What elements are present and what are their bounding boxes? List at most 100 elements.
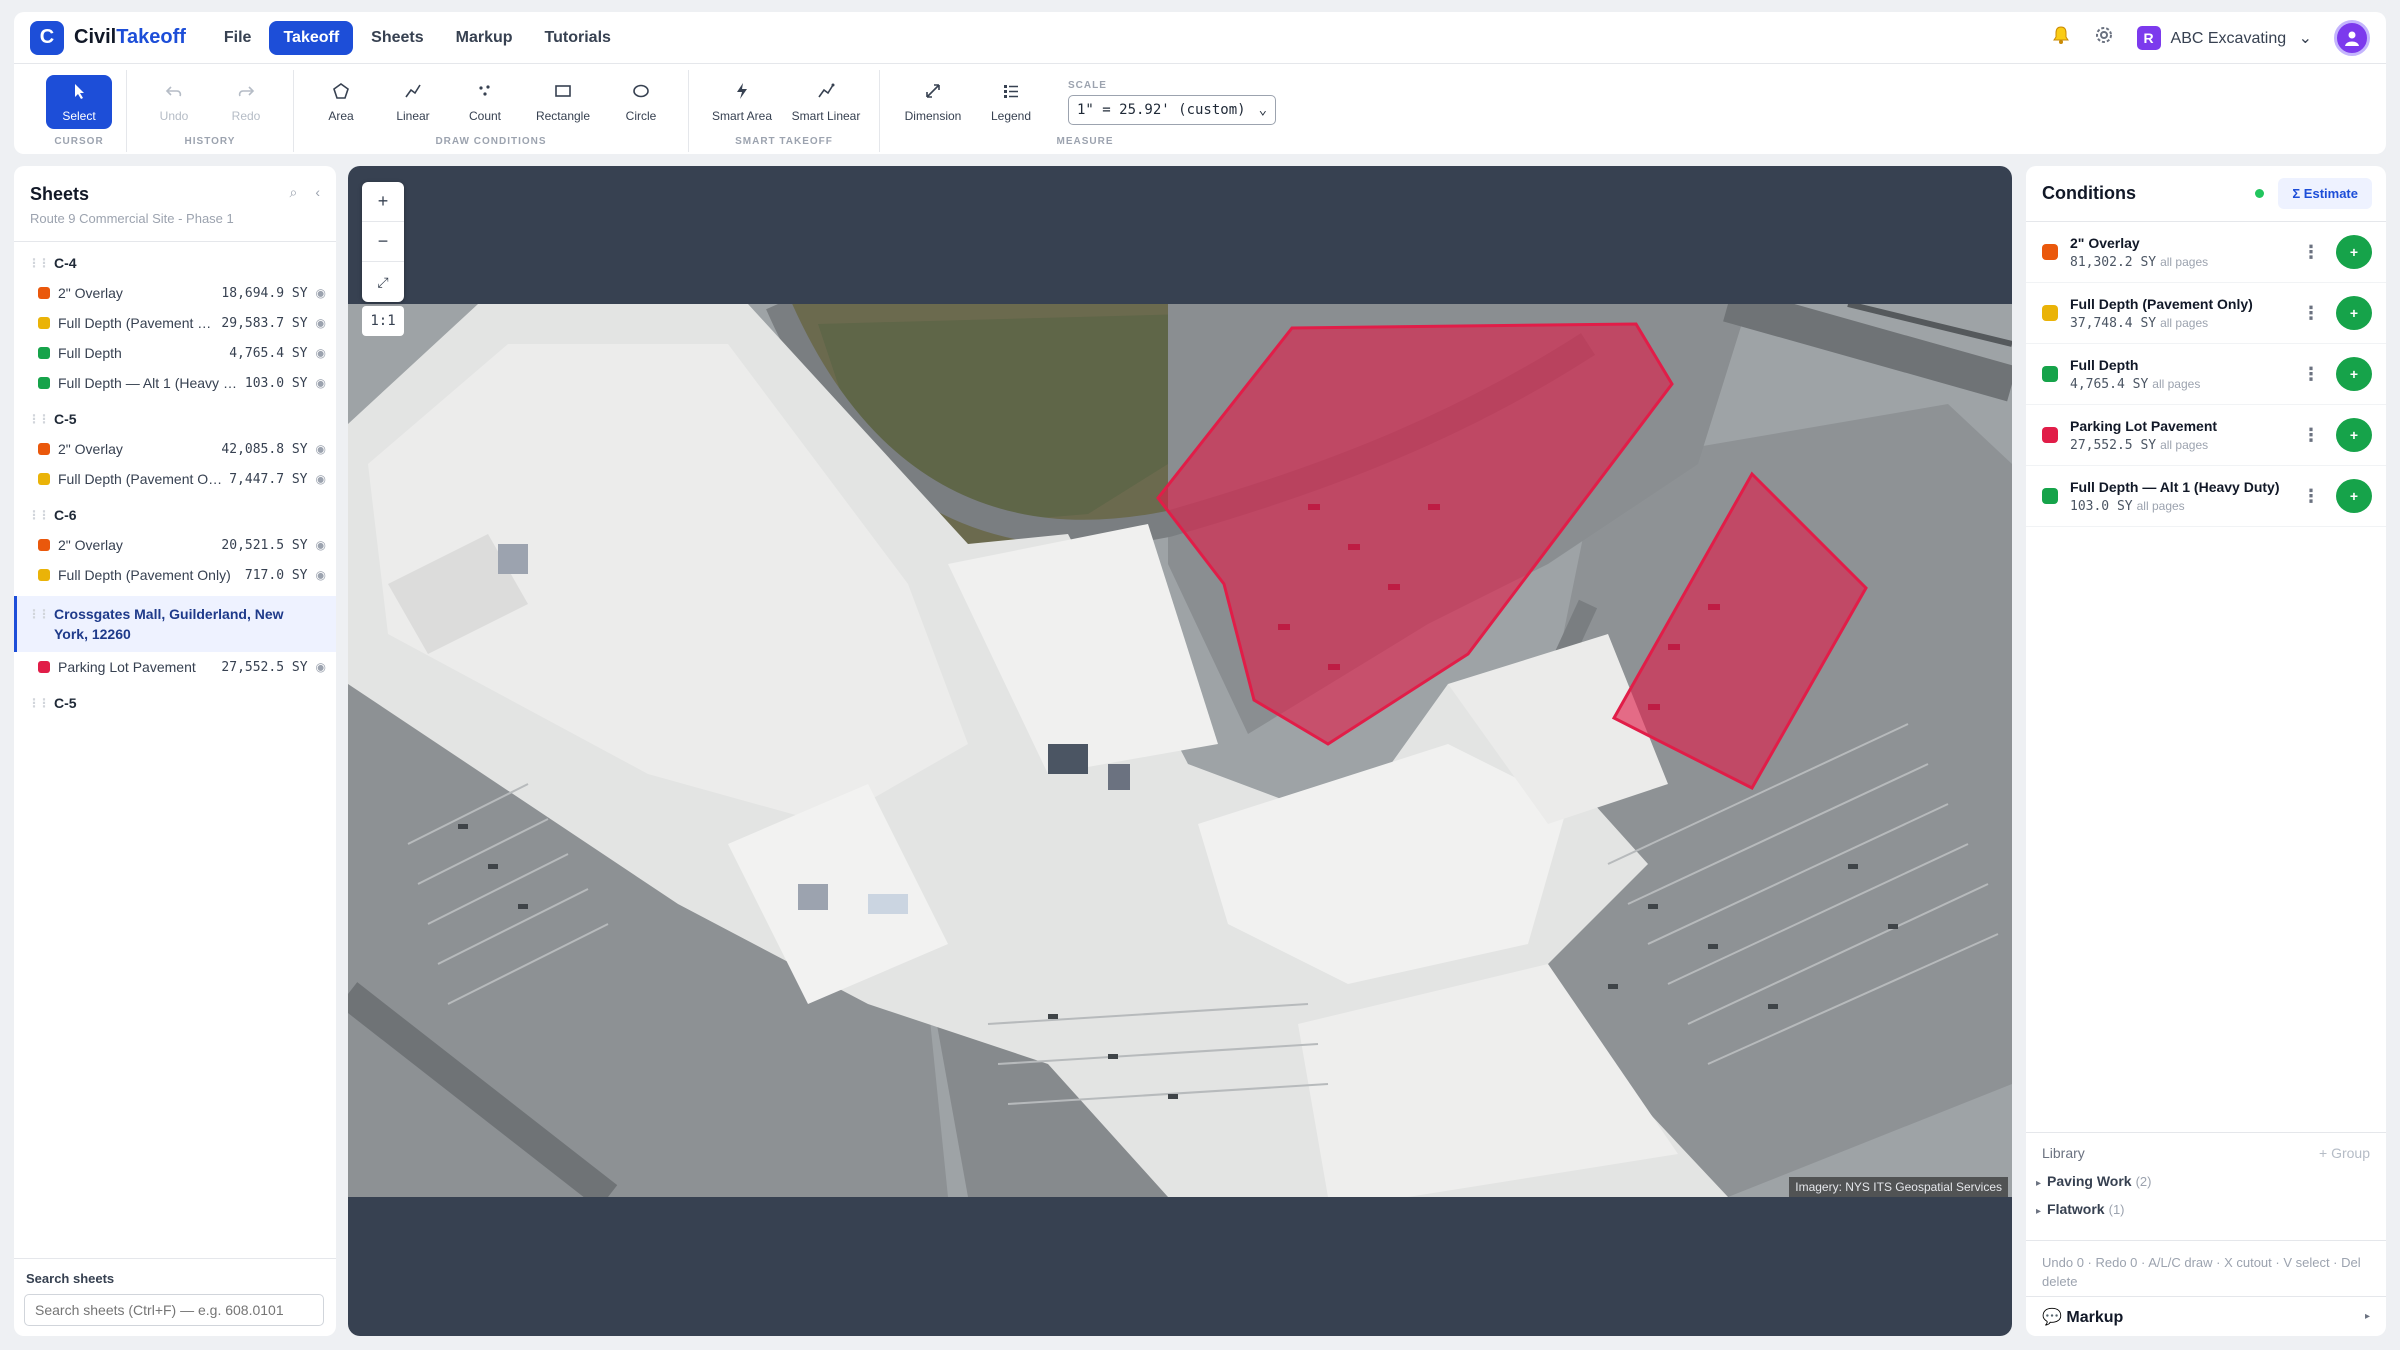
caret-right-icon: ▸ xyxy=(2036,1178,2042,1189)
zoom-out-button[interactable]: − xyxy=(362,222,404,262)
menu-takeoff[interactable]: Takeoff xyxy=(269,20,354,55)
tool-dimension[interactable]: Dimension xyxy=(894,75,972,129)
tool-area[interactable]: Area xyxy=(308,75,374,129)
map-canvas[interactable]: + − ⤢ 1:1 Imagery: NYS ITS Geospatial Se… xyxy=(348,166,2012,1336)
tool-undo[interactable]: Undo xyxy=(141,75,207,129)
sheet-row[interactable]: ⋮⋮ C-5 xyxy=(14,688,336,718)
toolbar-group-label: SMART TAKEOFF xyxy=(735,136,833,147)
legend-icon xyxy=(1002,82,1020,103)
drag-handle-icon[interactable]: ⋮⋮ xyxy=(28,604,50,644)
library-item[interactable]: ▸ Flatwork (1) xyxy=(2036,1201,2370,1217)
kebab-menu-icon[interactable]: ⋮ xyxy=(2302,364,2320,385)
toolbar-group-items: Smart Area Smart Linear xyxy=(703,70,865,134)
circle-icon xyxy=(632,82,650,103)
scale-select[interactable]: 1" = 25.92' (custom) ⌄ xyxy=(1068,94,1276,125)
eye-icon[interactable]: ◉ xyxy=(316,660,326,674)
drag-handle-icon[interactable]: ⋮⋮ xyxy=(28,412,50,426)
sheet-row[interactable]: ⋮⋮ C-6 xyxy=(14,500,336,530)
sheet-condition-row[interactable]: Full Depth 4,765.4 SY ◉ xyxy=(14,338,336,368)
condition-total: 37,748.4 SY all pages xyxy=(2070,315,2292,331)
toolbar-group-history: Undo Redo HISTORY xyxy=(127,70,294,152)
menu-sheets[interactable]: Sheets xyxy=(357,21,437,55)
gear-icon[interactable] xyxy=(2093,24,2115,51)
eye-icon[interactable]: ◉ xyxy=(316,376,326,390)
condition-value: 27,552.5 SY xyxy=(221,659,308,675)
sheet-condition-row[interactable]: Full Depth (Pavement Only) 717.0 SY ◉ xyxy=(14,560,336,590)
markup-panel-toggle[interactable]: 💬 Markup ▸ xyxy=(2026,1296,2386,1336)
eye-icon[interactable]: ◉ xyxy=(316,472,326,486)
eye-icon[interactable]: ◉ xyxy=(316,286,326,300)
search-icon[interactable]: ⌕ xyxy=(289,184,297,201)
drag-handle-icon[interactable]: ⋮⋮ xyxy=(28,508,50,522)
sheet-condition-row[interactable]: Full Depth (Pavement Only) 29,583.7 SY ◉ xyxy=(14,308,336,338)
add-to-condition-button[interactable]: + xyxy=(2336,479,2372,513)
estimate-button[interactable]: Σ Estimate xyxy=(2278,178,2372,209)
condition-swatch xyxy=(2042,366,2058,382)
add-to-condition-button[interactable]: + xyxy=(2336,357,2372,391)
sheet-condition-row[interactable]: Full Depth (Pavement Only) 7,447.7 SY ◉ xyxy=(14,464,336,494)
kebab-menu-icon[interactable]: ⋮ xyxy=(2302,242,2320,263)
library-item-count: (1) xyxy=(2108,1202,2125,1217)
add-to-condition-button[interactable]: + xyxy=(2336,296,2372,330)
sheets-panel-title: Sheets xyxy=(30,184,90,204)
sheet-row-active[interactable]: ⋮⋮ Crossgates Mall, Guilderland, New York… xyxy=(14,596,336,652)
library-item[interactable]: ▸ Paving Work (2) xyxy=(2036,1173,2370,1189)
add-group-button[interactable]: + Group xyxy=(2319,1145,2370,1161)
sheets-panel: Sheets Route 9 Commercial Site - Phase 1… xyxy=(14,166,336,1336)
sheet-condition-row[interactable]: Parking Lot Pavement 27,552.5 SY ◉ xyxy=(14,652,336,682)
menu-markup[interactable]: Markup xyxy=(442,21,527,55)
add-to-condition-button[interactable]: + xyxy=(2336,235,2372,269)
aerial-image[interactable] xyxy=(348,304,2012,1197)
condition-row[interactable]: Full Depth (Pavement Only) 37,748.4 SY all… xyxy=(2026,283,2386,344)
drag-handle-icon[interactable]: ⋮⋮ xyxy=(28,256,50,270)
eye-icon[interactable]: ◉ xyxy=(316,568,326,582)
sheet-condition-row[interactable]: 2" Overlay 20,521.5 SY ◉ xyxy=(14,530,336,560)
kebab-menu-icon[interactable]: ⋮ xyxy=(2302,486,2320,507)
user-avatar[interactable] xyxy=(2334,19,2370,56)
library-item-count: (2) xyxy=(2135,1174,2152,1189)
tool-redo[interactable]: Redo xyxy=(213,75,279,129)
fit-view-icon[interactable]: ⤢ xyxy=(362,262,404,302)
bell-icon[interactable] xyxy=(2051,25,2071,50)
tool-label: Undo xyxy=(159,108,189,123)
collapse-icon[interactable]: ‹ xyxy=(315,184,320,201)
condition-row[interactable]: 2" Overlay 81,302.2 SY all pages ⋮ + xyxy=(2026,222,2386,283)
zoom-in-button[interactable]: + xyxy=(362,182,404,222)
kebab-menu-icon[interactable]: ⋮ xyxy=(2302,303,2320,324)
tool-linear[interactable]: Linear xyxy=(380,75,446,129)
tool-count[interactable]: Count xyxy=(452,75,518,129)
scale-control: SCALE 1" = 25.92' (custom) ⌄ xyxy=(1068,70,1276,134)
kebab-menu-icon[interactable]: ⋮ xyxy=(2302,425,2320,446)
condition-row[interactable]: Full Depth 4,765.4 SY all pages ⋮ + xyxy=(2026,344,2386,405)
markup-label: 💬 Markup xyxy=(2042,1308,2124,1326)
tool-select[interactable]: Select xyxy=(46,75,112,129)
menu-file[interactable]: File xyxy=(210,21,266,55)
tool-circle[interactable]: Circle xyxy=(608,75,674,129)
eye-icon[interactable]: ◉ xyxy=(316,346,326,360)
sheet-condition-row[interactable]: 2" Overlay 18,694.9 SY ◉ xyxy=(14,278,336,308)
add-to-condition-button[interactable]: + xyxy=(2336,418,2372,452)
org-switcher[interactable]: ABC Excavating ⌄ xyxy=(2171,28,2312,48)
tool-legend[interactable]: Legend xyxy=(978,75,1044,129)
sheet-condition-row[interactable]: 2" Overlay 42,085.8 SY ◉ xyxy=(14,434,336,464)
eye-icon[interactable]: ◉ xyxy=(316,538,326,552)
menu-tutorials[interactable]: Tutorials xyxy=(531,21,625,55)
zoom-ratio-button[interactable]: 1:1 xyxy=(362,306,404,336)
sheet-row[interactable]: ⋮⋮ C-5 xyxy=(14,404,336,434)
eye-icon[interactable]: ◉ xyxy=(316,316,326,330)
toolbar-group-label: CURSOR xyxy=(54,136,104,147)
top-right-actions: R ABC Excavating ⌄ xyxy=(2051,19,2370,56)
condition-row[interactable]: Parking Lot Pavement 27,552.5 SY all pages… xyxy=(2026,405,2386,466)
search-input[interactable] xyxy=(24,1294,324,1326)
drag-handle-icon[interactable]: ⋮⋮ xyxy=(28,696,50,710)
condition-name: Full Depth xyxy=(58,345,122,361)
tool-label: Circle xyxy=(625,108,657,123)
sheet-row[interactable]: ⋮⋮ C-4 xyxy=(14,248,336,278)
tool-smart-area[interactable]: Smart Area xyxy=(703,75,781,129)
tool-smart-linear[interactable]: Smart Linear xyxy=(787,75,865,129)
condition-value: 18,694.9 SY xyxy=(221,285,308,301)
sheet-condition-row[interactable]: Full Depth — Alt 1 (Heavy Duty) 103.0 SY ◉ xyxy=(14,368,336,398)
condition-row[interactable]: Full Depth — Alt 1 (Heavy Duty) 103.0 SY a… xyxy=(2026,466,2386,527)
tool-rectangle[interactable]: Rectangle xyxy=(524,75,602,129)
eye-icon[interactable]: ◉ xyxy=(316,442,326,456)
